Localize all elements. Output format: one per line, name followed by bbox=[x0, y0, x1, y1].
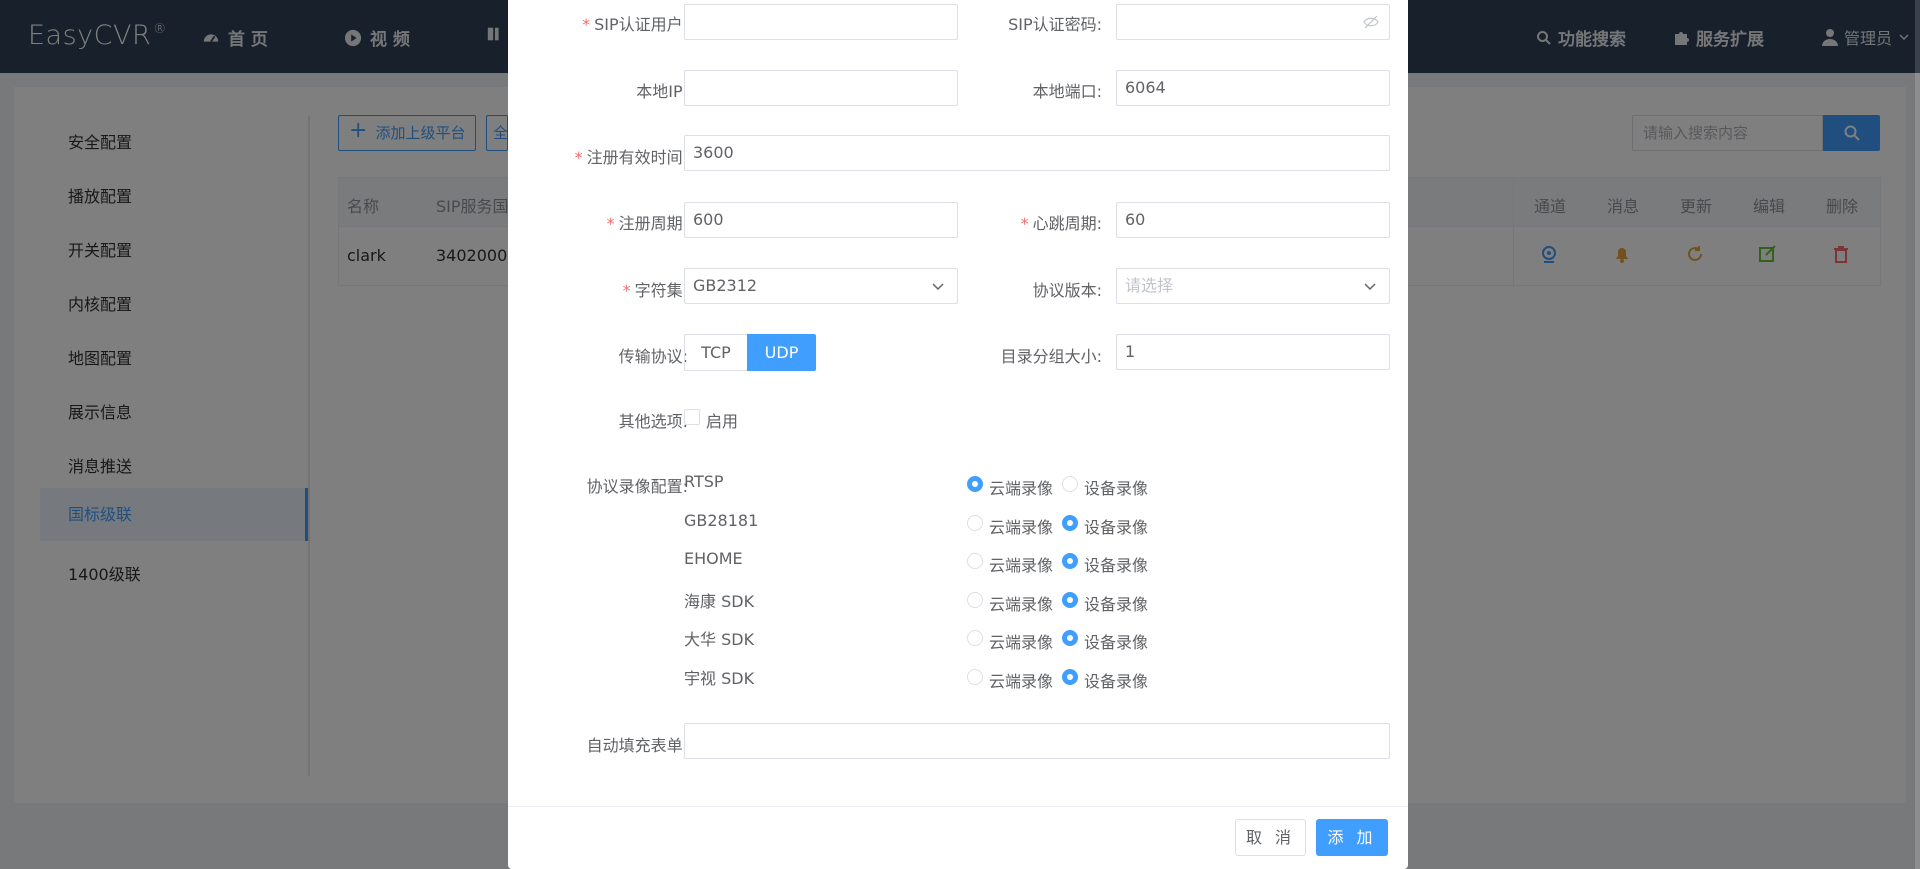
uniview-cloud-label[interactable]: 云端录像 bbox=[989, 668, 1053, 692]
sip-password-label: SIP认证密码: bbox=[1008, 15, 1102, 34]
rtsp-cloud-radio[interactable] bbox=[967, 476, 983, 492]
page-scrollbar[interactable] bbox=[1915, 0, 1920, 869]
protocol-uniview: 宇视 SDK bbox=[684, 669, 755, 688]
transport-udp-button[interactable]: UDP bbox=[747, 334, 816, 371]
protocol-rtsp: RTSP bbox=[684, 472, 724, 491]
heartbeat-label: * 心跳周期: bbox=[1020, 214, 1102, 233]
rtsp-device-radio[interactable] bbox=[1062, 476, 1078, 492]
hikvision-cloud-radio[interactable] bbox=[967, 592, 983, 608]
add-button[interactable]: 添 加 bbox=[1316, 819, 1388, 856]
charset-label: * 字符集: bbox=[622, 281, 688, 300]
dahua-device-label[interactable]: 设备录像 bbox=[1084, 629, 1148, 653]
gb28181-device-label[interactable]: 设备录像 bbox=[1084, 514, 1148, 538]
cancel-button[interactable]: 取 消 bbox=[1235, 819, 1306, 856]
other-options-label: 其他选项: bbox=[618, 412, 688, 431]
rtsp-device-label[interactable]: 设备录像 bbox=[1084, 475, 1148, 499]
ehome-cloud-radio[interactable] bbox=[967, 553, 983, 569]
sip-user-input[interactable] bbox=[684, 4, 958, 40]
ehome-cloud-label[interactable]: 云端录像 bbox=[989, 552, 1053, 576]
rtsp-cloud-label[interactable]: 云端录像 bbox=[989, 475, 1053, 499]
local-ip-input[interactable] bbox=[684, 70, 958, 106]
protocol-version-label: 协议版本: bbox=[1032, 281, 1102, 300]
sip-password-input[interactable] bbox=[1116, 4, 1390, 40]
protocol-dahua: 大华 SDK bbox=[684, 630, 755, 649]
protocol-ehome: EHOME bbox=[684, 549, 743, 568]
uniview-cloud-radio[interactable] bbox=[967, 669, 983, 685]
hikvision-device-radio[interactable] bbox=[1062, 592, 1078, 608]
sip-user-label: * SIP认证用户: bbox=[582, 15, 688, 34]
gb28181-device-radio[interactable] bbox=[1062, 515, 1078, 531]
enable-checkbox[interactable] bbox=[684, 409, 700, 425]
record-config-label: 协议录像配置: bbox=[586, 477, 688, 496]
reg-expire-input[interactable]: 3600 bbox=[684, 135, 1390, 171]
dahua-device-radio[interactable] bbox=[1062, 630, 1078, 646]
protocol-version-select[interactable]: 请选择 bbox=[1116, 268, 1390, 304]
hikvision-device-label[interactable]: 设备录像 bbox=[1084, 591, 1148, 615]
chevron-down-icon bbox=[1364, 283, 1376, 291]
heartbeat-input[interactable]: 60 bbox=[1116, 202, 1390, 238]
dahua-cloud-label[interactable]: 云端录像 bbox=[989, 629, 1053, 653]
autofill-input[interactable] bbox=[684, 723, 1390, 759]
uniview-device-label[interactable]: 设备录像 bbox=[1084, 668, 1148, 692]
gb28181-cloud-label[interactable]: 云端录像 bbox=[989, 514, 1053, 538]
hikvision-cloud-label[interactable]: 云端录像 bbox=[989, 591, 1053, 615]
gb28181-cloud-radio[interactable] bbox=[967, 515, 983, 531]
add-platform-dialog: * SIP认证用户: SIP认证密码: 本地IP: 本地端口: 6064 * 注册有… bbox=[508, 0, 1408, 869]
reg-period-label: * 注册周期: bbox=[606, 214, 688, 233]
local-ip-label: 本地IP: bbox=[636, 82, 688, 101]
ehome-device-label[interactable]: 设备录像 bbox=[1084, 552, 1148, 576]
eye-off-icon[interactable] bbox=[1363, 15, 1379, 29]
protocol-hikvision: 海康 SDK bbox=[684, 592, 755, 611]
catalog-size-input[interactable]: 1 bbox=[1116, 334, 1390, 370]
protocol-gb28181: GB28181 bbox=[684, 511, 759, 530]
dahua-cloud-radio[interactable] bbox=[967, 630, 983, 646]
reg-expire-label: * 注册有效时间: bbox=[574, 148, 688, 167]
reg-period-input[interactable]: 600 bbox=[684, 202, 958, 238]
transport-tcp-button[interactable]: TCP bbox=[684, 334, 748, 371]
charset-select[interactable]: GB2312 bbox=[684, 268, 958, 304]
ehome-device-radio[interactable] bbox=[1062, 553, 1078, 569]
catalog-size-label: 目录分组大小: bbox=[1000, 347, 1102, 366]
enable-checkbox-label[interactable]: 启用 bbox=[706, 408, 738, 432]
transport-label: 传输协议: bbox=[618, 347, 688, 366]
local-port-label: 本地端口: bbox=[1032, 82, 1102, 101]
autofill-label: 自动填充表单: bbox=[586, 736, 688, 755]
uniview-device-radio[interactable] bbox=[1062, 669, 1078, 685]
local-port-input[interactable]: 6064 bbox=[1116, 70, 1390, 106]
